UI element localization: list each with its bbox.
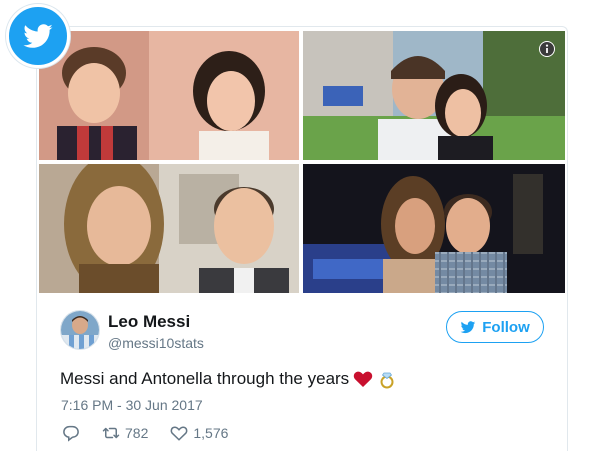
retweet-icon	[102, 427, 120, 439]
reply-icon	[63, 425, 79, 442]
twitter-bird-icon	[23, 24, 53, 48]
reply-button[interactable]	[62, 424, 80, 442]
like-count: 1,576	[193, 425, 229, 441]
author-handle[interactable]: @messi10stats	[108, 335, 204, 351]
tweet-photo-2[interactable]	[303, 31, 565, 160]
tweet-photo-grid	[39, 31, 565, 293]
tweet-text-line: Messi and Antonella through the years	[60, 369, 397, 389]
retweet-button[interactable]: 782	[102, 424, 148, 442]
retweet-count: 782	[125, 425, 149, 441]
twitter-bird-badge	[6, 4, 70, 68]
follow-button-label: Follow	[482, 318, 530, 336]
tweet-text: Messi and Antonella through the years	[60, 369, 350, 388]
twitter-bird-icon	[460, 321, 476, 334]
like-button[interactable]: 1,576	[170, 424, 228, 442]
tweet-photo-4[interactable]	[303, 164, 565, 293]
tweet-photo-1[interactable]	[39, 31, 299, 160]
info-icon[interactable]	[539, 41, 555, 57]
ring-emoji-icon	[377, 369, 397, 389]
author-avatar[interactable]	[60, 310, 100, 350]
heart-outline-icon	[170, 426, 188, 441]
author-name[interactable]: Leo Messi	[108, 312, 190, 332]
heart-emoji-icon	[353, 369, 373, 389]
tweet-actions: 782 1,576	[62, 424, 250, 442]
tweet-timestamp[interactable]: 7:16 PM - 30 Jun 2017	[61, 397, 203, 413]
follow-button[interactable]: Follow	[446, 311, 544, 343]
tweet-photo-3[interactable]	[39, 164, 299, 293]
